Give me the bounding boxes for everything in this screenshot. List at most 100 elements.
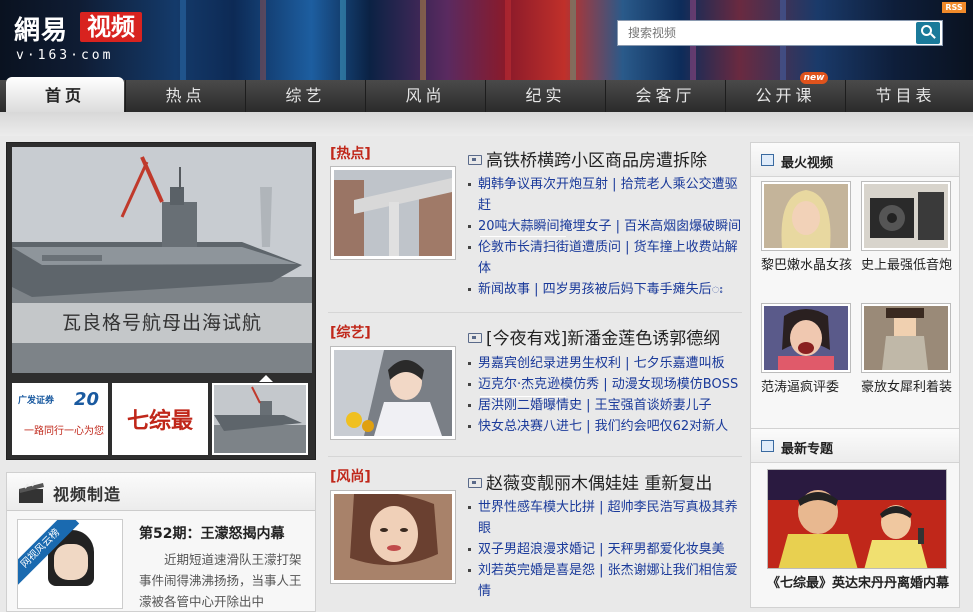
focus-image[interactable]: 瓦良格号航母出海试航: [12, 147, 312, 373]
section-links-hot: 朝韩争议再次开炮互射 | 拾荒老人乘公交遭驱赶 20吨大蒜瞬间掩埋女子 | 百米…: [468, 174, 742, 300]
tab-hot[interactable]: 热点: [125, 80, 245, 112]
site-header: 網易 视频 v·163·com RSS: [0, 0, 973, 80]
hot-videos-header: 最火视频: [751, 143, 959, 177]
section-headline-hot[interactable]: 高铁桥横跨小区商品房遭拆除: [468, 146, 707, 171]
topic-caption[interactable]: 《七综最》英达宋丹丹离婚内幕: [765, 575, 951, 593]
row-separator: [480, 396, 566, 397]
video-maker-headline[interactable]: 第52期：王濛怒揭内幕: [139, 523, 284, 543]
row-separator: [480, 236, 566, 237]
tab-talk[interactable]: 会客厅: [605, 80, 725, 112]
logo-netease: 網易: [14, 16, 69, 46]
person-face: [54, 544, 88, 580]
logo-domain: v·163·com: [16, 48, 114, 63]
news-link[interactable]: 新闻故事 | 四岁男孩被后妈下毒手瘫失后း: [468, 279, 742, 300]
focus-caption: 瓦良格号航母出海试航: [12, 303, 312, 343]
speaker-photo: [864, 184, 948, 248]
section-image-hot[interactable]: [330, 166, 456, 260]
video-maker-title: 视频制造: [53, 485, 122, 504]
tab-home[interactable]: 首页: [6, 77, 124, 112]
focus-thumb-ad[interactable]: 广发证券 20 一路同行一心为您: [12, 383, 108, 455]
hot-video-thumb[interactable]: [861, 181, 951, 251]
fashion-photo: [334, 494, 452, 580]
header-streak: [420, 0, 426, 80]
search-input[interactable]: [618, 21, 914, 45]
news-link[interactable]: 伦敦市长清扫街道遭质问 | 货车撞上收费站解体: [468, 237, 742, 279]
thumb-slogan: 一路同行一心为您: [24, 426, 104, 437]
section-headline-fashion[interactable]: 赵薇变靓丽木偶娃娃 重新复出: [468, 469, 712, 494]
section-divider: [328, 312, 742, 313]
woman-outfit-photo: [864, 306, 948, 370]
focus-thumb-carrier[interactable]: [212, 383, 308, 455]
video-maker-image[interactable]: 网视风云榜: [17, 519, 123, 609]
list-icon: [761, 154, 774, 166]
hot-video-label[interactable]: 黎巴嫩水晶女孩: [761, 255, 853, 276]
main-nav: 首页 热点 综艺 风尚 纪实 会客厅 公开课 节目表 new: [0, 72, 973, 112]
new-badge: new: [800, 72, 828, 84]
news-link[interactable]: 20吨大蒜瞬间掩埋女子 | 百米高烟囱爆破瞬间: [468, 216, 742, 237]
section-tag-fashion[interactable]: [风尚]: [330, 466, 371, 486]
hot-video-thumb[interactable]: [761, 181, 851, 251]
video-icon: [468, 155, 482, 165]
news-link[interactable]: 迈克尔·杰克逊模仿秀 | 动漫女现场模仿BOSS: [468, 374, 742, 395]
section-divider: [328, 456, 742, 457]
search-box: [617, 20, 943, 46]
section-image-fashion[interactable]: [330, 490, 456, 584]
hot-video-item[interactable]: 史上最强低音炮: [861, 181, 953, 276]
hot-video-thumb[interactable]: [861, 303, 951, 373]
thumb-tag: 20: [74, 389, 100, 410]
header-streak: [180, 0, 186, 80]
hot-video-item[interactable]: 豪放女犀利着装: [861, 303, 953, 398]
active-thumb-pointer: [259, 375, 273, 382]
news-link[interactable]: 世界性感车模大比拼 | 超帅李民浩写真极其养眼: [468, 497, 742, 539]
tab-variety[interactable]: 综艺: [245, 80, 365, 112]
topics-title: 最新专题: [781, 442, 834, 457]
news-link[interactable]: 居洪刚二婚曝情史 | 王宝强首谈娇妻儿子: [468, 395, 742, 416]
tab-open-course[interactable]: 公开课: [725, 80, 845, 112]
bridge-photo: [334, 170, 452, 256]
hot-videos-box: 最火视频 黎巴嫩水晶女孩 史上最强低音炮 范涛逼疯评委 豪放女犀利着装: [750, 142, 960, 434]
hot-video-thumb[interactable]: [761, 303, 851, 373]
video-maker-header: 视频制造: [7, 473, 315, 511]
news-link[interactable]: 朝韩争议再次开炮互射 | 拾荒老人乘公交遭驱赶: [468, 174, 742, 216]
section-tag-hot[interactable]: [热点]: [330, 143, 371, 163]
tab-schedule[interactable]: 节目表: [845, 80, 965, 112]
topics-box: 最新专题 《七综最》英达宋丹丹离婚内幕: [750, 428, 960, 608]
header-streak: [340, 0, 346, 80]
search-button[interactable]: [916, 22, 940, 44]
section-image-variety[interactable]: [330, 346, 456, 440]
section-links-fashion: 世界性感车模大比拼 | 超帅李民浩写真极其养眼 双子男超浪漫求婚记 | 天秤男都…: [468, 497, 742, 602]
sub-bar: [0, 112, 973, 136]
site-logo[interactable]: 網易 视频 v·163·com: [12, 10, 144, 68]
rss-badge[interactable]: RSS: [942, 2, 966, 13]
thumb-variety-text: 七综最: [126, 409, 193, 434]
news-link[interactable]: 双子男超浪漫求婚记 | 天秤男都爱化妆臭美: [468, 539, 742, 560]
section-tag-variety[interactable]: [综艺]: [330, 322, 371, 342]
opera-actress-photo: [334, 350, 452, 436]
focus-thumb-variety[interactable]: 七综最: [112, 383, 208, 455]
hot-video-item[interactable]: 黎巴嫩水晶女孩: [761, 181, 853, 276]
video-icon: [468, 333, 482, 343]
header-streak: [260, 0, 266, 80]
hot-video-item[interactable]: 范涛逼疯评委: [761, 303, 853, 398]
section-headline-variety[interactable]: [今夜有戏]新潘金莲色诱郭德纲: [468, 324, 720, 349]
search-icon-handle: [930, 33, 936, 39]
news-link[interactable]: 刘若英完婚是喜是怨 | 张杰谢娜让我们相信爱情: [468, 560, 742, 602]
clapperboard-icon: [19, 481, 44, 503]
logo-video: 视频: [80, 12, 142, 42]
judge-photo: [764, 306, 848, 370]
girl-photo: [764, 184, 848, 248]
topic-image[interactable]: [767, 469, 947, 569]
tab-documentary[interactable]: 纪实: [485, 80, 605, 112]
focus-slideshow: 瓦良格号航母出海试航 广发证券 20 一路同行一心为您 七综最: [6, 142, 316, 460]
list-icon: [761, 440, 774, 452]
show-photo: [768, 470, 946, 568]
hot-video-label[interactable]: 史上最强低音炮: [861, 255, 953, 276]
carrier-thumb-image: [214, 386, 306, 453]
news-link[interactable]: 快女总决赛八进七 | 我们约会吧仅62对新人: [468, 416, 742, 437]
section-links-variety: 男嘉宾创纪录进男生权利 | 七夕乐嘉遭叫板 迈克尔·杰克逊模仿秀 | 动漫女现场…: [468, 353, 742, 437]
header-streak: [570, 0, 576, 80]
news-link[interactable]: 男嘉宾创纪录进男生权利 | 七夕乐嘉遭叫板: [468, 353, 742, 374]
hot-video-label[interactable]: 豪放女犀利着装: [861, 377, 953, 398]
tab-fashion[interactable]: 风尚: [365, 80, 485, 112]
hot-video-label[interactable]: 范涛逼疯评委: [761, 377, 853, 398]
